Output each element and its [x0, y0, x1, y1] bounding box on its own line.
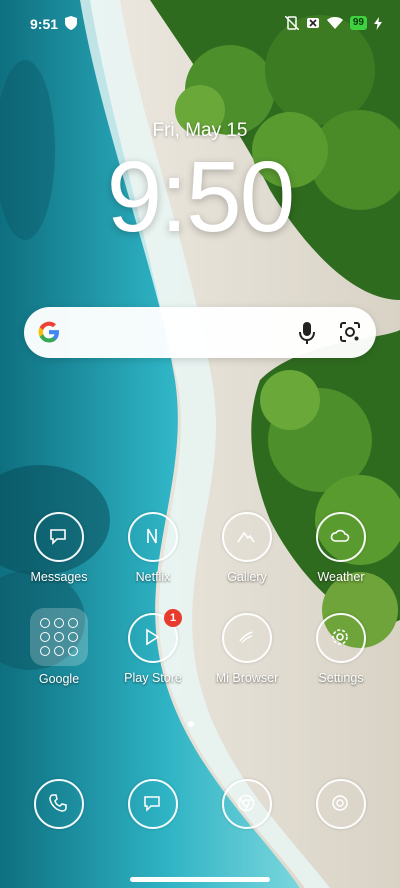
home-gesture-bar[interactable]	[130, 877, 270, 882]
app-settings[interactable]: Settings	[296, 613, 386, 685]
notification-badge: 1	[164, 609, 182, 627]
status-time: 9:51	[30, 16, 59, 32]
chat-bubble-icon	[34, 512, 84, 562]
charging-bolt-icon	[374, 16, 382, 30]
chrome-icon	[222, 779, 272, 829]
app-label: Messages	[30, 570, 88, 584]
mountains-icon	[222, 512, 272, 562]
app-label: Settings	[318, 671, 364, 685]
app-label: Play Store	[124, 671, 182, 685]
wifi-icon	[326, 16, 343, 29]
app-label: Google	[38, 672, 80, 686]
camera-icon	[316, 779, 366, 829]
app-weather[interactable]: Weather	[296, 512, 386, 584]
chat-icon	[128, 779, 178, 829]
app-gallery[interactable]: Gallery	[202, 512, 292, 584]
shield-icon	[65, 16, 77, 30]
dock-chrome[interactable]	[202, 779, 292, 829]
battery-level: 99	[349, 16, 367, 30]
google-lens-icon[interactable]	[339, 321, 361, 343]
app-label: Netflix	[135, 570, 171, 584]
netflix-n-icon	[128, 512, 178, 562]
dock-messages[interactable]	[108, 779, 198, 829]
folder-grid-icon	[30, 608, 88, 666]
folder-google[interactable]: Google	[14, 608, 104, 686]
gear-icon	[316, 613, 366, 663]
app-play-store[interactable]: 1 Play Store	[108, 609, 198, 685]
play-triangle-icon: 1	[128, 609, 182, 663]
cloud-icon	[316, 512, 366, 562]
app-messages[interactable]: Messages	[14, 512, 104, 584]
microphone-icon[interactable]	[298, 321, 316, 345]
home-screen: 9:51 99 Fri, May 15 9:50 Messages Netfli…	[0, 0, 400, 888]
google-g-icon	[38, 321, 59, 343]
app-label: Mi Browser	[215, 671, 279, 685]
dock-camera[interactable]	[296, 779, 386, 829]
google-search-bar[interactable]	[24, 307, 376, 358]
no-sim-icon	[306, 18, 319, 28]
app-netflix[interactable]: Netflix	[108, 512, 198, 584]
page-indicator[interactable]	[188, 721, 194, 727]
status-bar: 9:51 99	[0, 0, 400, 44]
app-label: Weather	[317, 570, 365, 584]
compass-icon	[222, 613, 272, 663]
dock-phone[interactable]	[14, 779, 104, 829]
status-icons: 99	[284, 16, 382, 30]
app-mi-browser[interactable]: Mi Browser	[202, 613, 292, 685]
app-label: Gallery	[227, 570, 267, 584]
vibrate-off-icon	[284, 16, 299, 30]
clock-time[interactable]: 9:50	[0, 142, 400, 252]
phone-icon	[34, 779, 84, 829]
clock-date[interactable]: Fri, May 15	[0, 120, 400, 142]
